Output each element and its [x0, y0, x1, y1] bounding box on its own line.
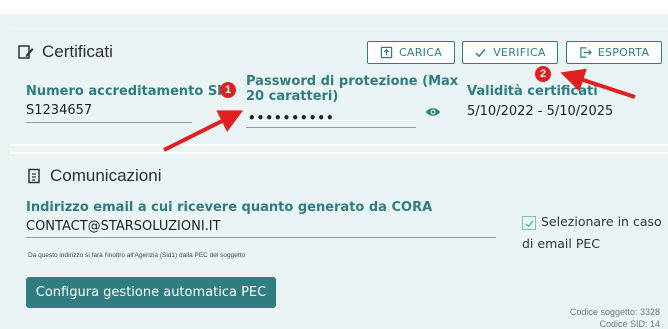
export-icon	[579, 47, 592, 58]
check-icon	[475, 48, 486, 58]
annotation-badge-1: 1	[220, 82, 236, 98]
pec-checkbox-label-line1: Selezionare in caso	[541, 214, 662, 229]
upload-icon	[380, 46, 393, 59]
certificati-title: Certificati	[42, 42, 113, 61]
verifica-label: VERIFICA	[493, 46, 546, 59]
email-input[interactable]: CONTACT@STARSOLUZIONI.IT	[26, 219, 221, 234]
comunicazioni-header: Comunicazioni	[26, 166, 162, 186]
email-note: Da questo indirizzo si farà l'inoltro al…	[28, 252, 246, 259]
codice-sid: Codice SID: 14	[599, 319, 660, 329]
password-underline	[246, 127, 416, 128]
sid-label: Numero accreditamento SID	[26, 84, 233, 99]
certificati-header: Certificati	[18, 42, 113, 62]
esporta-label: ESPORTA	[597, 46, 650, 59]
codice-soggetto: Codice soggetto: 3328	[569, 307, 660, 317]
sid-underline	[26, 122, 192, 123]
configure-pec-button[interactable]: Configura gestione automatica PEC	[26, 277, 276, 308]
certificate-edit-icon	[18, 45, 34, 59]
carica-label: CARICA	[398, 46, 443, 59]
password-label-line2: 20 caratteri)	[246, 89, 339, 104]
validity-label: Validità certificati	[467, 84, 598, 99]
annotation-badge-2: 2	[535, 66, 551, 82]
sid-input[interactable]: S1234657	[26, 103, 92, 118]
verifica-button[interactable]: VERIFICA	[462, 41, 558, 64]
email-label: Indirizzo email a cui ricevere quanto ge…	[26, 200, 433, 215]
carica-button[interactable]: CARICA	[367, 41, 455, 64]
esporta-button[interactable]: ESPORTA	[566, 41, 662, 64]
password-label-line1: Password di protezione (Max	[246, 74, 459, 89]
show-password-eye-icon[interactable]	[425, 106, 441, 118]
mail-document-icon	[28, 168, 40, 184]
password-input[interactable]: ••••••••••	[248, 111, 335, 125]
comunicazioni-title: Comunicazioni	[50, 166, 162, 185]
email-underline	[26, 237, 496, 238]
pec-checkbox[interactable]	[522, 216, 536, 230]
validity-value: 5/10/2022 - 5/10/2025	[467, 104, 614, 119]
checkmark-icon	[524, 219, 534, 227]
pec-checkbox-label-line2: di email PEC	[522, 236, 600, 251]
